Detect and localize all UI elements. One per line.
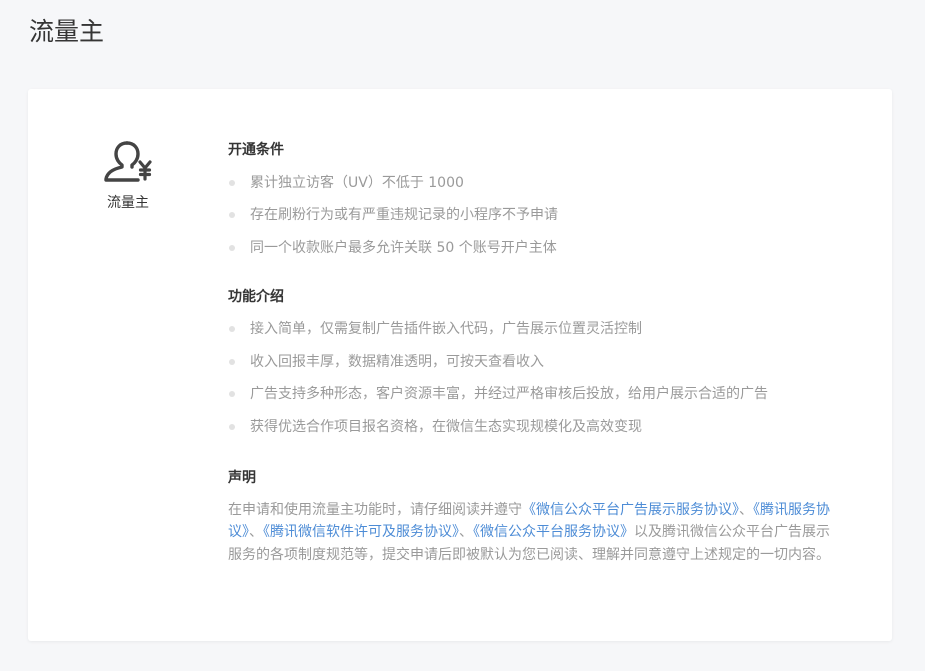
identity-block: 流量主 — [88, 133, 168, 213]
user-yuan-icon — [104, 141, 152, 182]
statement-title: 声明 — [228, 469, 256, 486]
features-list: 接入简单，仅需复制广告插件嵌入代码，广告展示位置灵活控制 收入回报丰厚，数据精准… — [228, 318, 838, 438]
list-item: 获得优选合作项目报名资格，在微信生态实现规模化及高效变现 — [228, 416, 838, 438]
list-item: 接入简单，仅需复制广告插件嵌入代码，广告展示位置灵活控制 — [228, 318, 838, 340]
features-title: 功能介绍 — [228, 288, 284, 305]
identity-label: 流量主 — [107, 195, 149, 211]
publisher-card: 流量主 开通条件 累计独立访客（UV）不低于 1000 存在刷粉行为或有严重违规… — [28, 89, 892, 641]
list-item: 同一个收款账户最多允许关联 50 个账号开户主体 — [228, 237, 838, 259]
separator: 、 — [739, 501, 753, 518]
ad-display-agreement-link[interactable]: 《微信公众平台广告展示服务协议》 — [522, 502, 739, 518]
wechat-software-license-link[interactable]: 《腾讯微信软件许可及服务协议》 — [263, 524, 459, 540]
list-item: 收入回报丰厚，数据精准透明，可按天查看收入 — [228, 351, 838, 373]
list-item: 广告支持多种形态，客户资源丰富，并经过严格审核后投放，给用户展示合适的广告 — [228, 383, 838, 405]
statement-intro: 在申请和使用流量主功能时，请仔细阅读并遵守 — [228, 501, 522, 518]
list-item: 累计独立访客（UV）不低于 1000 — [228, 172, 838, 194]
platform-service-agreement-link[interactable]: 《微信公众平台服务协议》 — [473, 524, 634, 540]
page-title: 流量主 — [29, 17, 105, 46]
list-item: 存在刷粉行为或有严重违规记录的小程序不予申请 — [228, 204, 838, 226]
statement-text: 在申请和使用流量主功能时，请仔细阅读并遵守《微信公众平台广告展示服务协议》、《腾… — [228, 499, 838, 567]
conditions-title: 开通条件 — [228, 142, 284, 158]
separator: 、 — [249, 524, 263, 540]
separator: 、 — [459, 524, 473, 540]
content: 开通条件 累计独立访客（UV）不低于 1000 存在刷粉行为或有严重违规记录的小… — [228, 139, 838, 566]
conditions-list: 累计独立访客（UV）不低于 1000 存在刷粉行为或有严重违规记录的小程序不予申… — [228, 172, 838, 259]
